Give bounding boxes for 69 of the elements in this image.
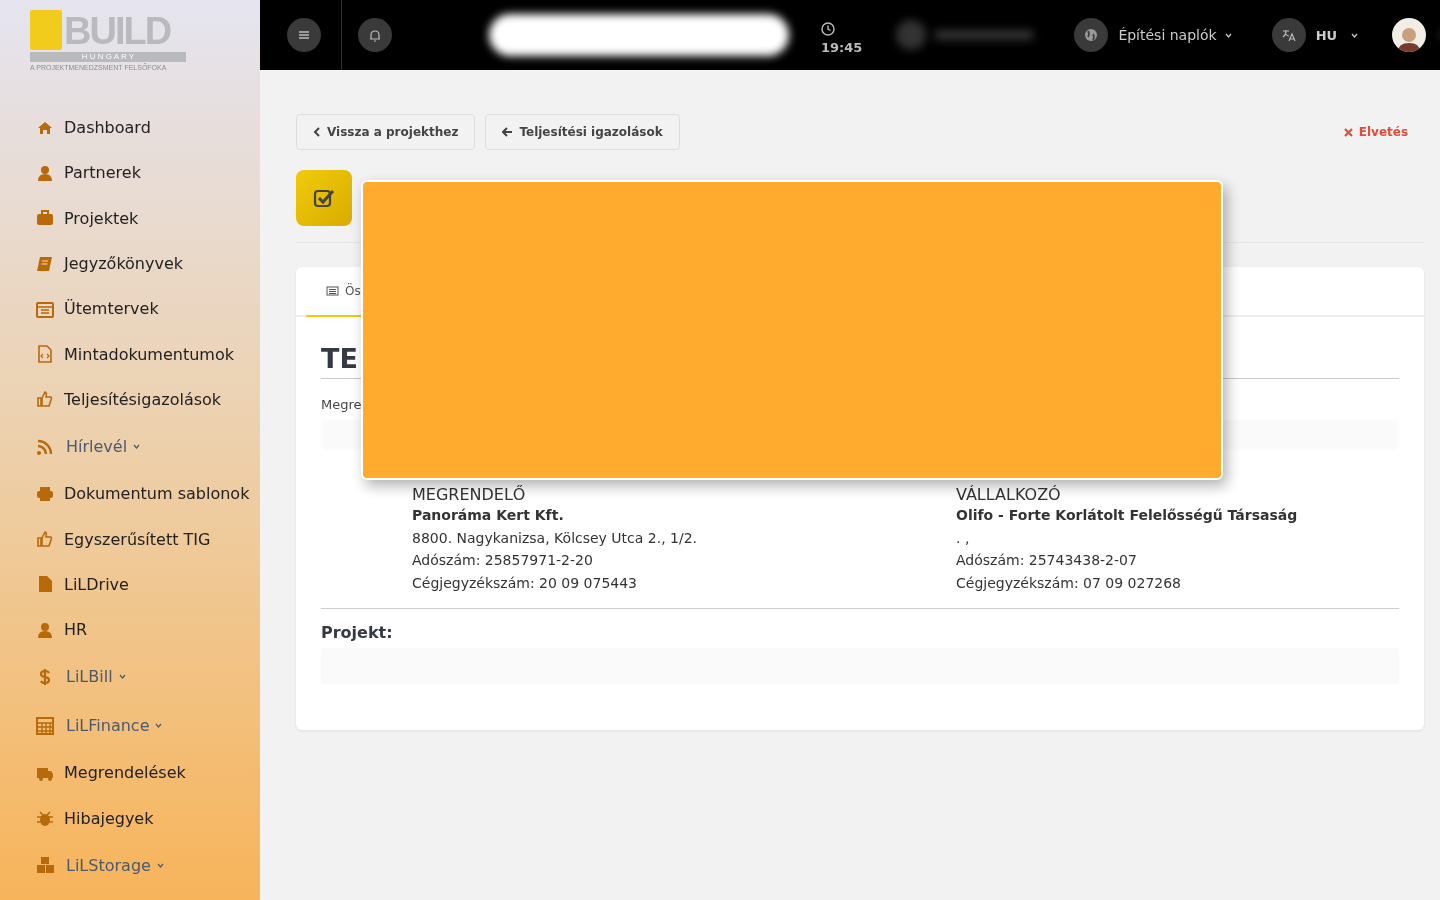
notification-button[interactable] [358,18,392,52]
sidebar-item[interactable]: LiLFinance [0,701,260,751]
sidebar-item[interactable]: Projektek [0,195,260,241]
sidebar-item[interactable]: Dashboard [0,105,260,151]
party-heading: MEGRENDELŐ [412,486,527,504]
menu-item-icon [36,620,54,639]
tax-number: Adószám: 25743438-2-07 [956,551,1138,570]
menu-icon [298,30,310,40]
language-dropdown[interactable]: HU [1315,27,1359,43]
sidebar-item[interactable]: Hibajegyek [0,795,260,841]
certificates-button[interactable]: Teljesítési igazolások [485,114,680,150]
close-icon [1343,127,1353,137]
search-field[interactable] [489,14,789,56]
menu-item-icon [36,575,54,594]
discard-button[interactable]: Elvetés [1337,124,1415,140]
menu-item-icon [36,856,54,875]
menu-item-icon [36,530,54,548]
menu-item-icon [36,437,54,456]
clock-time: 19:45 [821,39,863,55]
caret-icon [1351,32,1359,38]
caret-icon [1224,32,1232,38]
arrow-left-icon [502,127,514,137]
sidebar-item[interactable]: Megrendelések [0,750,260,796]
caret-icon [156,862,164,868]
sidebar-item[interactable]: LiLDrive [0,561,260,607]
back-button[interactable]: Vissza a projekthez [296,114,476,150]
clock-icon [821,21,835,36]
menu-item-icon [36,345,54,364]
sidebar-item[interactable]: Mintadokumentumok [0,331,260,377]
project-label: Projekt: [321,623,394,642]
sidebar-item[interactable]: Jegyzőkönyvek [0,240,260,287]
menu-item-icon [36,209,54,228]
registry-number: Cégjegyzékszám: 20 09 075443 [412,573,639,593]
sidebar-item[interactable]: Ütemtervek [0,286,260,332]
company-name: Olifo - Forte Korlátolt Felelősségű Társaság [956,506,1299,525]
chevron-left-icon [313,127,321,137]
sidebar-item[interactable]: Partnerek [0,150,260,196]
sidebar-item[interactable]: Teljesítésigazolások [0,376,260,423]
sidebar-item[interactable]: Hírlevél [0,422,260,472]
company-name: Panoráma Kert Kft. [412,506,565,525]
list-icon [326,286,339,296]
menu-item-icon [36,716,54,735]
company-address: 8800. Nagykanizsa, Kölcsey Utca 2., 1/2. [412,528,699,548]
party-heading: VÁLLALKOZÓ [956,486,1062,504]
sidebar-item[interactable]: Egyszerűsített TIG [0,516,260,562]
caret-icon [133,444,141,450]
field-label: Megre [321,397,363,412]
sidebar-item[interactable]: Dokumentum sablonok [0,471,260,517]
translate-icon [1271,18,1306,52]
menu-item-icon [36,163,54,182]
sidebar-item[interactable]: LiLBill [0,652,260,702]
diary-dropdown[interactable]: Építési naplók [1118,27,1232,43]
globe-icon [1074,18,1109,52]
menu-item-icon [36,484,54,503]
menu-item-icon [36,254,54,273]
registry-number: Cégjegyzékszám: 07 09 027268 [956,573,1183,593]
sidebar-item[interactable]: HR [0,606,260,653]
menu-item-icon [36,299,54,318]
caret-icon [155,723,163,729]
checkbox-icon [296,170,352,226]
company-address: . , [956,528,971,548]
tax-number: Adószám: 25857971-2-20 [412,551,594,570]
menu-item-icon [36,390,54,409]
bell-icon [369,28,381,42]
menu-button[interactable] [287,18,321,52]
caret-icon [118,674,126,680]
menu-item-icon [36,809,54,828]
avatar[interactable] [1392,18,1427,52]
sidebar-item[interactable]: LiLStorage [0,840,260,890]
